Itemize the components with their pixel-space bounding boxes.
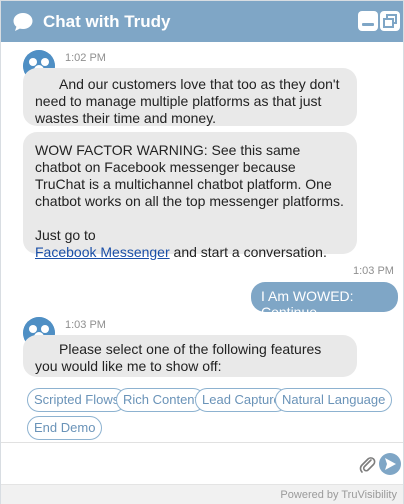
message-time: 1:02 PM (65, 52, 106, 64)
message-time: 1:03 PM (65, 319, 106, 331)
chat-bubble-icon (12, 11, 34, 33)
message-time: 1:03 PM (353, 265, 394, 277)
bot-message: WOW FACTOR WARNING: See this same chatbo… (23, 132, 357, 260)
popout-icon[interactable] (380, 11, 400, 31)
bot-message: And our customers love that too as they … (23, 68, 357, 126)
bot-message: Please select one of the following featu… (23, 335, 357, 377)
quick-reply-end-demo[interactable]: End Demo (27, 416, 103, 440)
message-composer (1, 442, 403, 484)
chat-title: Chat with Trudy (43, 11, 171, 31)
message-list[interactable]: 1:02 PM And our customers love that too … (1, 42, 403, 442)
quick-reply-natural-language[interactable]: Natural Language (275, 388, 393, 412)
chat-window: Chat with Trudy 1:02 PM And our customer… (0, 0, 404, 504)
chat-header: Chat with Trudy (1, 1, 403, 42)
user-message: I Am WOWED: Continue (251, 282, 398, 320)
facebook-messenger-link[interactable]: Facebook Messenger (35, 244, 170, 260)
message-input[interactable] (7, 451, 347, 477)
message-paragraph: Just go to Facebook Messenger and start … (35, 227, 345, 261)
paperclip-icon[interactable] (358, 454, 376, 474)
minimize-icon[interactable] (358, 11, 378, 31)
powered-by-text: Powered by TruVisibility (280, 489, 397, 501)
chat-footer: Powered by TruVisibility (1, 484, 403, 504)
quick-reply-lead-capture[interactable]: Lead Capture (195, 388, 288, 412)
message-paragraph: WOW FACTOR WARNING: See this same chatbo… (35, 142, 344, 209)
quick-reply-scripted-flows[interactable]: Scripted Flows (27, 388, 127, 412)
message-text: Just go to (35, 227, 96, 243)
message-text: and start a conversation. (169, 244, 327, 260)
quick-reply-rich-content[interactable]: Rich Content (116, 388, 206, 412)
send-arrow-icon[interactable] (379, 453, 401, 475)
